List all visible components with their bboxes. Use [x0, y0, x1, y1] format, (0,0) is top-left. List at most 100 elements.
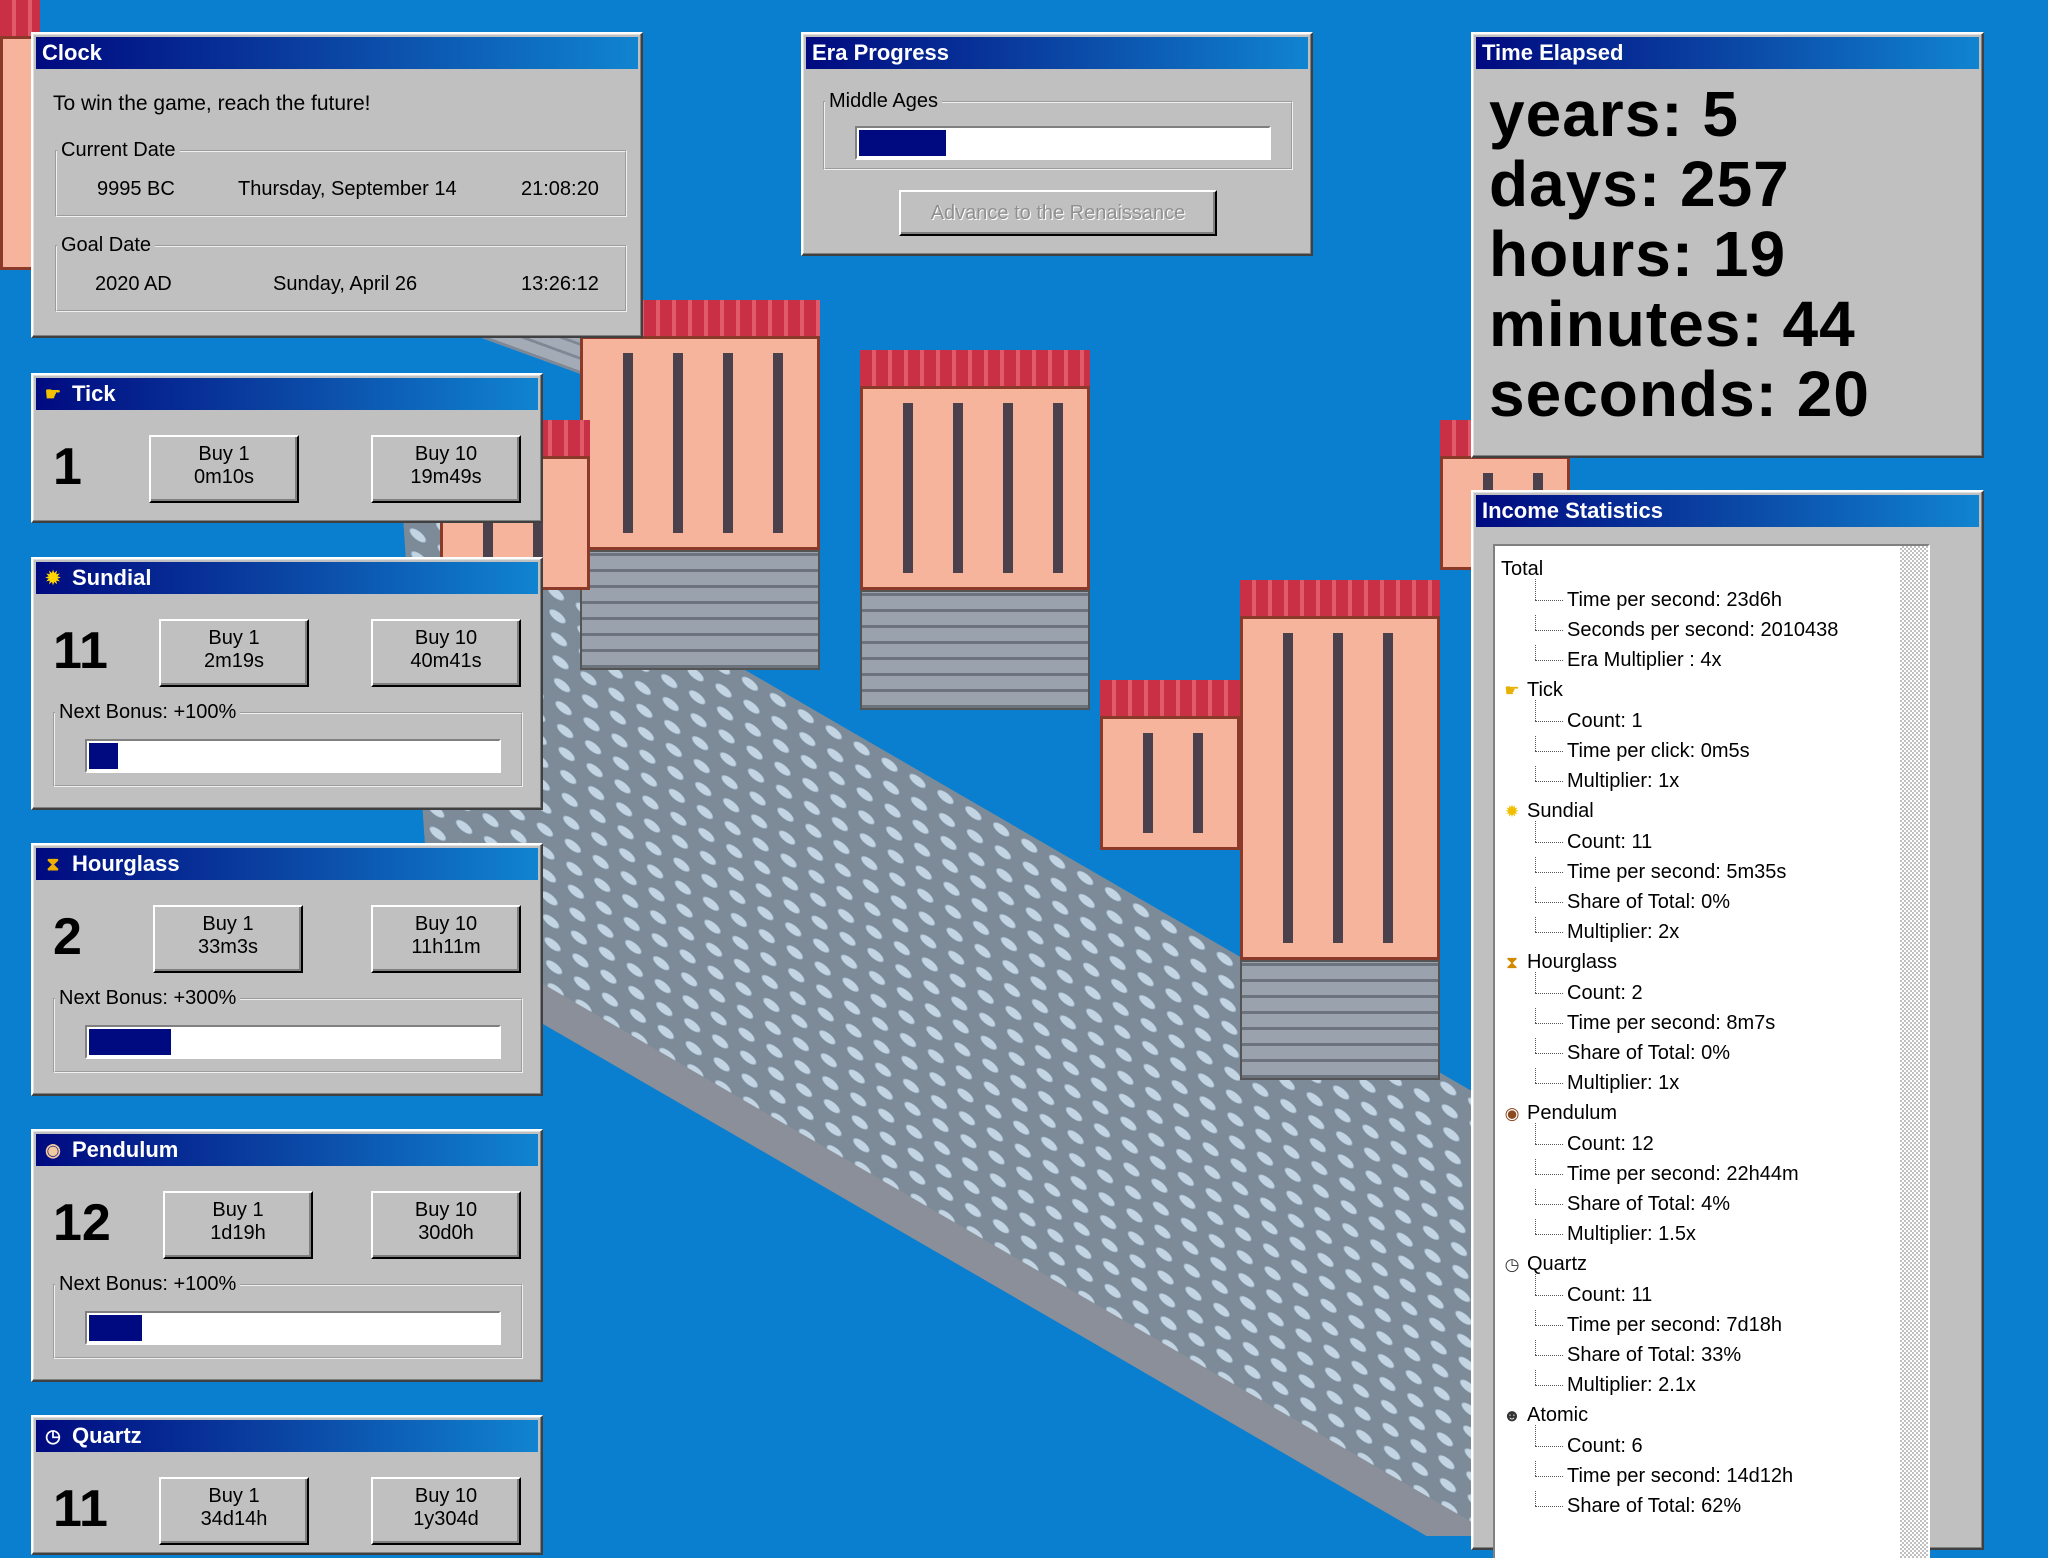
tree-node[interactable]: ☛ Tick: [1495, 675, 1928, 706]
button-cost: 1d19h: [210, 1222, 266, 1244]
sundial-count: 11: [53, 622, 108, 680]
tree-leaf: Share of Total: 0%: [1495, 887, 1928, 917]
tree-leaf: Count: 6: [1495, 1425, 1928, 1461]
tree-leaf-label: Time per second: 22h44m: [1567, 1162, 1799, 1185]
tree-leaf-label: Time per click: 0m5s: [1567, 739, 1750, 762]
tree-leaf-label: Time per second: 8m7s: [1567, 1011, 1776, 1034]
era-titlebar[interactable]: Era Progress: [806, 37, 1308, 69]
tree-leaf-label: Time per second: 23d6h: [1567, 588, 1782, 611]
window-title: Tick: [72, 381, 116, 406]
button-label: Buy 10: [414, 1485, 478, 1507]
hourglass-titlebar[interactable]: ⧗ Hourglass: [36, 848, 538, 880]
pendulum-bonus-progress: [85, 1311, 501, 1345]
quartz-titlebar[interactable]: ◷ Quartz: [36, 1420, 538, 1452]
tree-node[interactable]: ⧗ Hourglass: [1495, 947, 1928, 978]
tick-titlebar[interactable]: ☛ Tick: [36, 378, 538, 410]
sundial-buy-1-button[interactable]: Buy 1 2m19s: [159, 619, 309, 687]
quartz-window: ◷ Quartz 11 Buy 1 34d14h Buy 10 1y304d: [31, 1415, 543, 1555]
progress-fill: [89, 743, 118, 769]
income-titlebar[interactable]: Income Statistics: [1476, 495, 1979, 527]
tree-node[interactable]: ✹ Sundial: [1495, 796, 1928, 827]
tree-node-label: Tick: [1527, 679, 1563, 701]
pendulum-buy-1-button[interactable]: Buy 1 1d19h: [163, 1191, 313, 1259]
pointing-hand-icon: ☛: [44, 384, 62, 404]
elapsed-years: years: 5: [1489, 78, 1739, 150]
tree-node[interactable]: ☻ Atomic: [1495, 1400, 1928, 1431]
button-cost: 2m19s: [203, 650, 265, 672]
tree-leaf: Time per second: 8m7s: [1495, 1008, 1928, 1038]
tree-leaf-label: Count: 2: [1567, 981, 1643, 1004]
quartz-buy-1-button[interactable]: Buy 1 34d14h: [159, 1477, 309, 1545]
group-label: Goal Date: [61, 234, 152, 256]
sundial-buy-10-button[interactable]: Buy 10 40m41s: [371, 619, 521, 687]
tree-leaf: Share of Total: 62%: [1495, 1491, 1928, 1521]
tree-leaf-label: Time per second: 7d18h: [1567, 1313, 1782, 1336]
pendulum-count: 12: [53, 1194, 111, 1252]
building: [1100, 680, 1240, 850]
pendulum-buy-10-button[interactable]: Buy 10 30d0h: [371, 1191, 521, 1259]
tree-scrollbar[interactable]: [1900, 546, 1928, 1558]
elapsed-minutes: minutes: 44: [1489, 288, 1856, 360]
tree-leaf: Time per second: 23d6h: [1495, 579, 1928, 615]
era-progress-fill: [859, 130, 946, 156]
tree-node-label: Total: [1501, 558, 1544, 580]
tree-leaf-label: Seconds per second: 2010438: [1567, 618, 1839, 641]
current-weekday-date: Thursday, September 14: [238, 178, 457, 200]
button-cost: 0m10s: [193, 466, 255, 488]
tree-leaf: Share of Total: 33%: [1495, 1340, 1928, 1370]
clock-window: Clock To win the game, reach the future!…: [31, 32, 643, 338]
tick-buy-1-button[interactable]: Buy 1 0m10s: [149, 435, 299, 503]
window-title: Era Progress: [812, 40, 949, 65]
tree-leaf-label: Share of Total: 33%: [1567, 1343, 1742, 1366]
tree-leaf: Multiplier: 1x: [1495, 1068, 1928, 1098]
window-title: Income Statistics: [1482, 498, 1663, 523]
building: [1240, 580, 1440, 1080]
tree-leaf-label: Count: 11: [1567, 1283, 1653, 1306]
tick-count: 1: [53, 438, 82, 496]
sun-icon: ✹: [45, 568, 61, 588]
pointing-hand-icon: ☛: [1504, 680, 1520, 700]
tree-leaf: Count: 12: [1495, 1123, 1928, 1159]
progress-fill: [89, 1029, 171, 1055]
time-elapsed-titlebar[interactable]: Time Elapsed: [1476, 37, 1979, 69]
tick-buy-10-button[interactable]: Buy 10 19m49s: [371, 435, 521, 503]
income-tree[interactable]: Total Time per second: 23d6h Seconds per s…: [1493, 544, 1930, 1558]
tree-node[interactable]: ◷ Quartz: [1495, 1249, 1928, 1280]
elapsed-days: days: 257: [1489, 148, 1790, 220]
window-title: Clock: [42, 40, 102, 65]
tree-content: Total Time per second: 23d6h Seconds per s…: [1495, 546, 1928, 1521]
tree-leaf: Count: 11: [1495, 1274, 1928, 1310]
tree-leaf-label: Multiplier: 2.1x: [1567, 1373, 1696, 1396]
tree-node[interactable]: ◉ Pendulum: [1495, 1098, 1928, 1129]
era-progress-window: Era Progress Middle Ages Advance to the …: [801, 32, 1313, 256]
tree-node[interactable]: Total: [1495, 554, 1928, 585]
tree-leaf-label: Share of Total: 4%: [1567, 1192, 1731, 1215]
button-cost: 40m41s: [410, 650, 482, 672]
tree-node-label: Quartz: [1527, 1253, 1588, 1275]
tree-leaf: Multiplier: 2x: [1495, 917, 1928, 947]
button-cost: 30d0h: [418, 1222, 474, 1244]
tree-leaf-label: Count: 11: [1567, 830, 1653, 853]
hourglass-buy-10-button[interactable]: Buy 10 11h11m: [371, 905, 521, 973]
sundial-window: ✹ Sundial 11 Buy 1 2m19s Buy 10 40m41s Next…: [31, 557, 543, 810]
tree-leaf: Time per second: 22h44m: [1495, 1159, 1928, 1189]
next-bonus-label: Next Bonus: +100%: [59, 701, 237, 723]
time-elapsed-window: Time Elapsed years: 5 days: 257 hours: 1…: [1471, 32, 1984, 458]
hourglass-icon: ⧗: [46, 854, 60, 874]
group-label: Current Date: [61, 139, 176, 161]
pendulum-clock-icon: ◉: [1504, 1103, 1520, 1123]
sundial-titlebar[interactable]: ✹ Sundial: [36, 562, 538, 594]
advance-era-button[interactable]: Advance to the Renaissance: [899, 190, 1217, 236]
tree-leaf-label: Multiplier: 1.5x: [1567, 1222, 1696, 1245]
pendulum-titlebar[interactable]: ◉ Pendulum: [36, 1134, 538, 1166]
tree-leaf: Time per click: 0m5s: [1495, 736, 1928, 766]
hourglass-buy-1-button[interactable]: Buy 1 33m3s: [153, 905, 303, 973]
tick-window: ☛ Tick 1 Buy 1 0m10s Buy 10 19m49s: [31, 373, 543, 523]
quartz-buy-10-button[interactable]: Buy 10 1y304d: [371, 1477, 521, 1545]
button-label: Buy 10: [414, 443, 478, 465]
goal-year: 2020 AD: [95, 273, 172, 295]
tree-leaf: Multiplier: 2.1x: [1495, 1370, 1928, 1400]
building: [860, 350, 1090, 710]
clock-titlebar[interactable]: Clock: [36, 37, 638, 69]
tree-leaf: Multiplier: 1x: [1495, 766, 1928, 796]
